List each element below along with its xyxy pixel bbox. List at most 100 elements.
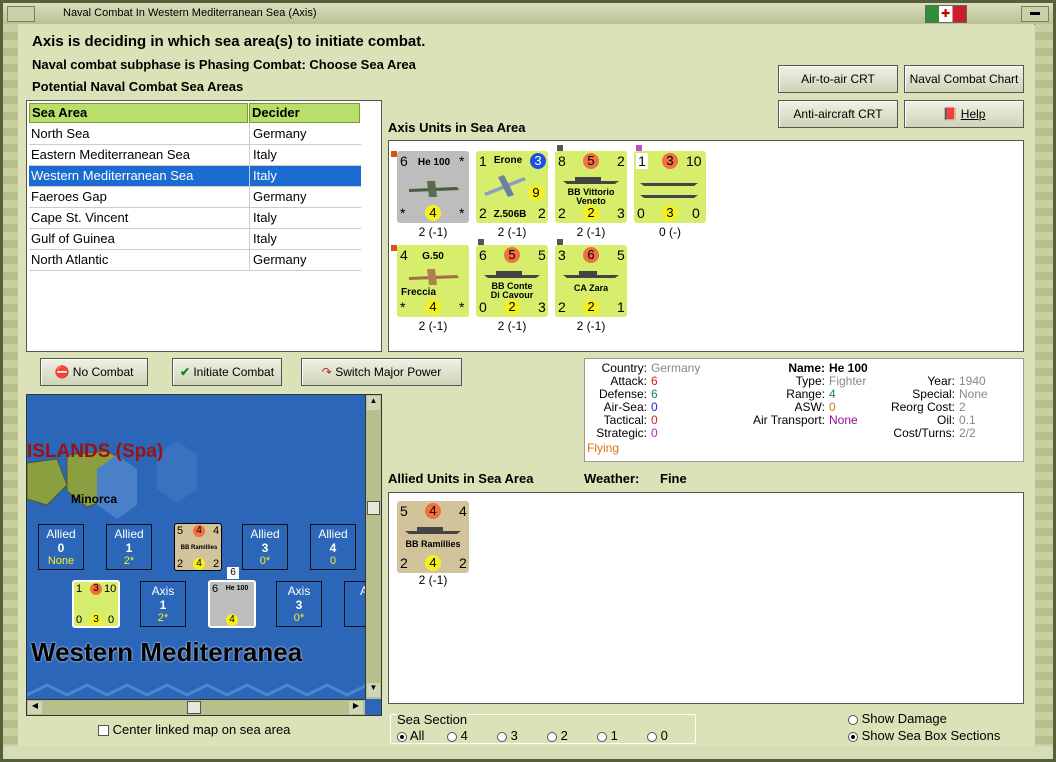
country-label: Country: — [601, 361, 647, 375]
sea-box-axis-1[interactable]: Axis 1 2* — [140, 581, 186, 627]
radio-icon[interactable] — [447, 731, 457, 742]
flag-marker-icon — [391, 245, 397, 251]
row-decider: Germany — [253, 252, 307, 267]
row-sea-area: Faeroes Gap — [31, 189, 107, 204]
map-counter-axis-transport[interactable]: 1 3 10 0 3 0 — [72, 580, 120, 628]
unit-counter-transport[interactable]: 1 3 10 0 3 0 — [634, 151, 706, 223]
stack-marker-icon — [557, 239, 563, 245]
unit-caption: 2 (-1) — [418, 225, 448, 239]
row-decider: Germany — [253, 189, 307, 204]
scroll-down-icon[interactable]: ▼ — [367, 683, 380, 697]
initiate-combat-button[interactable]: ✔ Initiate Combat — [172, 358, 282, 386]
radio-icon[interactable] — [497, 731, 507, 742]
show-damage-option[interactable]: Show Damage — [848, 711, 947, 726]
table-row[interactable]: Gulf of Guinea Italy — [29, 229, 361, 250]
show-sea-box-sections-option[interactable]: Show Sea Box Sections — [848, 728, 1000, 743]
anti-aircraft-crt-button[interactable]: Anti-aircraft CRT — [778, 100, 898, 128]
scroll-thumb[interactable] — [367, 501, 380, 515]
switch-major-power-button[interactable]: ↷ Switch Major Power — [301, 358, 462, 386]
row-sea-area: North Atlantic — [31, 252, 109, 267]
defense-label: Defense: — [598, 387, 647, 401]
unit-counter-g50[interactable]: 4 G.50 Freccia * 4 * — [397, 245, 469, 317]
row-sea-area: Cape St. Vincent — [31, 210, 129, 225]
decider-header[interactable]: Decider — [249, 103, 360, 123]
island-label: Minorca — [71, 492, 118, 506]
naval-combat-chart-button[interactable]: Naval Combat Chart — [904, 65, 1024, 93]
table-row-selected[interactable]: Western Mediterranean Sea Italy — [29, 166, 361, 187]
row-sea-area: Western Mediterranean Sea — [31, 168, 194, 183]
unit-counter-he100[interactable]: 6 He 100 * * 4 * — [397, 151, 469, 223]
radio-icon[interactable] — [848, 714, 858, 725]
unit-counter-ca-zara[interactable]: 3 6 5 CA Zara 2 2 1 — [555, 245, 627, 317]
sea-box-allied-1[interactable]: Allied 1 2* — [106, 524, 152, 570]
title-bar: Naval Combat In Western Mediterranean Se… — [3, 3, 1053, 25]
radio-icon[interactable] — [397, 731, 407, 742]
sea-area-header[interactable]: Sea Area — [29, 103, 248, 123]
center-map-checkbox[interactable] — [98, 725, 109, 737]
fighter-plane-icon — [409, 269, 459, 285]
system-menu-icon[interactable] — [7, 6, 35, 22]
sea-area-map[interactable]: ISLANDS (Spa) Minorca Allied 0 None Allied… — [26, 394, 382, 716]
row-decider: Germany — [253, 126, 307, 141]
section-option-4[interactable]: 4 — [447, 728, 468, 743]
row-decider: Italy — [253, 210, 277, 225]
year-value: 1940 — [959, 374, 986, 388]
no-combat-button[interactable]: ⛔ No Combat — [40, 358, 148, 386]
table-row[interactable]: North Atlantic Germany — [29, 250, 361, 271]
sea-box-axis-3[interactable]: Axis 3 0* — [276, 581, 322, 627]
map-vertical-scrollbar[interactable]: ▲ ▼ — [365, 395, 381, 699]
type-label: Type: — [795, 374, 825, 388]
section-option-2[interactable]: 2 — [547, 728, 568, 743]
row-sea-area: Gulf of Guinea — [31, 231, 115, 246]
book-icon: 📕 — [942, 107, 958, 121]
row-decider: Italy — [253, 168, 277, 183]
sea-box-allied-4[interactable]: Allied 4 0 — [310, 524, 356, 570]
air-to-air-crt-button[interactable]: Air-to-air CRT — [778, 65, 898, 93]
table-row[interactable]: Cape St. Vincent Italy — [29, 208, 361, 229]
allied-units-panel: 5 4 4 BB Ramillies 2 4 2 2 (-1) — [388, 492, 1024, 704]
unit-counter-erone[interactable]: 1 Erone 3 9 2 Z.506B 2 — [476, 151, 548, 223]
map-counter-he100[interactable]: 6 He 100 4 — [208, 580, 256, 628]
weather-label: Weather: — [584, 471, 640, 486]
sea-box-allied-3[interactable]: Allied 3 0* — [242, 524, 288, 570]
defense-value: 6 — [651, 387, 658, 401]
unit-counter-bb-ramillies[interactable]: 5 4 4 BB Ramillies 2 4 2 — [397, 501, 469, 573]
scroll-thumb[interactable] — [187, 701, 201, 714]
radio-icon[interactable] — [547, 731, 557, 742]
unit-counter-bb-conte-di-cavour[interactable]: 6 5 5 BB Conte Di Cavour 0 2 3 — [476, 245, 548, 317]
sea-box-allied-0[interactable]: Allied 0 None — [38, 524, 84, 570]
section-option-1[interactable]: 1 — [597, 728, 618, 743]
map-horizontal-scrollbar[interactable]: ◀ ▶ — [27, 699, 365, 715]
air-transport-value: None — [829, 413, 858, 427]
close-icon[interactable]: ▬ — [1021, 6, 1049, 22]
map-counter-bb-ramillies[interactable]: 5 4 4 BB Ramillies 2 4 2 — [174, 523, 222, 571]
radio-icon[interactable] — [848, 731, 858, 742]
oil-label: Oil: — [937, 413, 955, 427]
special-value: None — [959, 387, 988, 401]
table-row[interactable]: Eastern Mediterranean Sea Italy — [29, 145, 361, 166]
section-option-0[interactable]: 0 — [647, 728, 668, 743]
table-row[interactable]: North Sea Germany — [29, 124, 361, 145]
sea-area-map-label: Western Mediterranea — [31, 637, 303, 667]
table-row[interactable]: Faeroes Gap Germany — [29, 187, 361, 208]
airsea-label: Air-Sea: — [603, 400, 647, 414]
unit-caption: 2 (-1) — [576, 225, 606, 239]
status-value: Flying — [587, 441, 620, 455]
scroll-right-icon[interactable]: ▶ — [349, 701, 363, 714]
section-option-3[interactable]: 3 — [497, 728, 518, 743]
scroll-up-icon[interactable]: ▲ — [367, 396, 380, 410]
help-label: Help — [960, 107, 986, 121]
flag-marker-icon — [391, 151, 397, 157]
section-option-all[interactable]: All — [397, 728, 424, 743]
unit-counter-bb-vittorio-veneto[interactable]: 8 5 2 BB Vittorio Veneto 2 2 3 — [555, 151, 627, 223]
stack-marker-icon — [557, 145, 563, 151]
unit-caption: 2 (-1) — [497, 225, 527, 239]
help-button[interactable]: 📕 Help — [904, 100, 1024, 128]
center-map-option[interactable]: Center linked map on sea area — [98, 722, 290, 737]
radio-icon[interactable] — [597, 731, 607, 742]
scroll-left-icon[interactable]: ◀ — [28, 701, 42, 714]
axis-units-panel: 6 He 100 * * 4 * 2 (-1) 1 Erone 3 9 2 Z.… — [388, 140, 1024, 352]
radio-icon[interactable] — [647, 731, 657, 742]
tactical-label: Tactical: — [603, 413, 647, 427]
unit-caption: 0 (-) — [659, 225, 681, 239]
